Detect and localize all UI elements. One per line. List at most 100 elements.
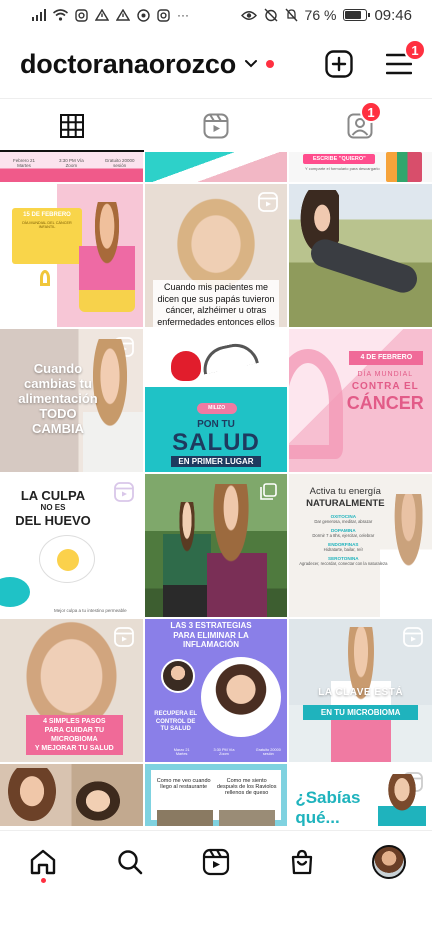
post-event-info: Febrero 21 Martes 3:30 PM Vía Zoom Gratu… [10,158,135,168]
chevron-down-icon[interactable] [244,57,258,71]
profile-username[interactable]: doctoranaorozco [20,49,236,80]
nav-shop[interactable] [280,840,324,884]
post-photo-woman [4,768,60,826]
grid-row: LA CULPA NO ES DEL HUEVO Mejor culpa a t… [0,474,432,617]
post-title1: Activa tu energía [309,486,381,497]
plus-square-icon [325,50,353,78]
ribbon-graphic [289,349,344,459]
post-tile[interactable]: Cuando cambias tu alimentación TODO CAMB… [0,329,143,472]
post-photo-doctor [377,774,426,826]
grid-row: 4 SIMPLES PASOS PARA CUIDAR TU MICROBIOM… [0,619,432,762]
post-meme-left: Como me veo cuando llego al restaurante [156,778,211,790]
nav-profile[interactable] [367,840,411,884]
multi-photo-icon [260,483,278,500]
energy-list: OXITOCINA Dar generosa, meditar, abrazar D… [295,514,391,566]
post-cta-button: ESCRIBE "QUIERO" [303,154,376,164]
battery-icon [343,9,371,21]
signal-icon [32,9,46,21]
post-tile[interactable]: 15 DE FEBRERO DÍA MUNDIAL DEL CÁNCER INF… [0,184,143,327]
status-bar: ··· 76 % 09:46 [0,0,432,30]
post-image-books [385,152,422,182]
more-dots-icon: ··· [177,8,189,22]
post-tile[interactable] [0,764,143,826]
alarm-off-icon [264,8,278,22]
post-line2: NO ES [40,503,66,512]
notification-dot [266,60,275,68]
post-title2: NATURALMENTE [306,498,385,509]
warning-icon [116,9,130,21]
menu-badge: 1 [404,39,426,61]
post-title-bottom: EN PRIMER LUGAR [170,456,262,467]
reels-icon [203,113,229,138]
energy-item-desc: Dar generosa, meditar, abrazar [314,519,373,524]
post-tile[interactable]: Activa tu energía NATURALMENTE OXITOCINA… [289,474,432,617]
menu-button[interactable]: 1 [384,39,426,79]
home-icon [30,849,56,874]
nav-home[interactable] [21,840,65,884]
post-tile[interactable]: 4 SIMPLES PASOS PARA CUIDAR TU MICROBIOM… [0,619,143,762]
post-photo-arm [307,235,421,297]
grid-row: Cuando cambias tu alimentación TODO CAMB… [0,329,432,472]
post-tile[interactable]: LAS 3 ESTRATEGIAS PARA ELIMINAR LA INFLA… [144,619,288,762]
post-circle-photo [160,659,195,693]
post-line1: LA CLAVE ESTÁ [318,687,404,698]
post-title-block: LAS 3 ESTRATEGIAS PARA ELIMINAR LA INFLA… [170,621,252,649]
profile-tabs: 1 [0,98,432,152]
post-date-pill: 4 DE FEBRERO [349,351,424,365]
post-line3: DEL HUEVO [15,513,91,528]
post-line1: ¿Sabías [295,788,361,807]
bottom-nav [0,830,432,892]
post-footer: Mejor culpa a tu intestino permeable [54,608,127,613]
post-tile[interactable]: ¿Sabías qué... [289,764,432,826]
tab-tagged[interactable]: 1 [288,99,432,152]
post-photo-child [78,202,135,312]
post-line2: EN TU MICROBIOMA [303,705,418,720]
profile-header: doctoranaorozco 1 [0,30,432,98]
post-meme-right: Como me siento después de los Raviolos r… [216,778,277,796]
post-tile[interactable]: 4 DE FEBRERO DÍA MUNDIAL CONTRA EL CÁNCE… [289,329,432,472]
post-tile[interactable]: Cuando mis pacientes me dicen que sus pa… [144,184,288,327]
reel-icon [258,192,279,212]
post-event-price: Gratuito 20000 sesión [104,158,135,168]
post-tile[interactable]: Como me veo cuando llego al restaurante … [144,764,288,826]
grid-row: 15 DE FEBRERO DÍA MUNDIAL DEL CÁNCER INF… [0,184,432,327]
post-tile[interactable]: MILIZO PON TU SALUD EN PRIMER LUGAR [144,329,288,472]
post-event-time: 3:30 PM Vía Zoom [58,158,84,168]
posts-grid: Febrero 21 Martes 3:30 PM Vía Zoom Gratu… [0,152,432,830]
status-time: 09:46 [374,6,412,24]
heart-icon [170,351,201,381]
post-title: 15 DE FEBRERO [23,212,71,218]
post-event-date: Febrero 21 Martes [12,158,35,168]
post-tile[interactable] [144,474,288,617]
warning-icon [95,9,109,21]
post-photo-doctor [200,657,281,737]
energy-item-desc: Hidratarte, bailar, reír [323,547,363,552]
teal-wave [0,577,30,607]
eye-icon [240,10,257,20]
post-tile[interactable] [289,184,432,327]
post-event-info: Marzo 21 Martes 3:30 PM Vía Zoom Gratuit… [173,748,281,756]
post-tile[interactable]: Febrero 21 Martes 3:30 PM Vía Zoom Gratu… [0,152,143,182]
energy-item-desc: Dormir 7 a 8hs, ejercitar, celebrar [312,533,375,538]
tab-posts-grid[interactable] [0,99,144,152]
post-tile[interactable]: LA CULPA NO ES DEL HUEVO Mejor culpa a t… [0,474,143,617]
wifi-icon [53,9,68,21]
nav-search[interactable] [108,840,152,884]
post-steps-block: 4 SIMPLES PASOS PARA CUIDAR TU MICROBIOM… [26,715,123,755]
create-post-button[interactable] [324,49,354,79]
reel-icon [403,627,423,647]
instagram-icon [157,8,170,22]
nav-reels[interactable] [194,840,238,884]
chrome-icon [137,8,150,22]
post-tile[interactable]: LA CLAVE ESTÁ EN TU MICROBIOMA [289,619,432,762]
search-icon [117,849,142,874]
post-tile[interactable]: ESCRIBE "QUIERO" Y comparte el formulari… [289,152,432,182]
grid-row: Como me veo cuando llego al restaurante … [0,764,432,826]
egg-yolk [57,549,79,571]
post-tile[interactable] [144,152,288,182]
post-meme-photo-right [218,810,275,826]
header-actions: 1 [324,39,426,79]
post-line2: CONTRA EL [351,381,419,392]
tab-reels[interactable] [144,99,288,152]
ribbon-icon [40,270,50,286]
